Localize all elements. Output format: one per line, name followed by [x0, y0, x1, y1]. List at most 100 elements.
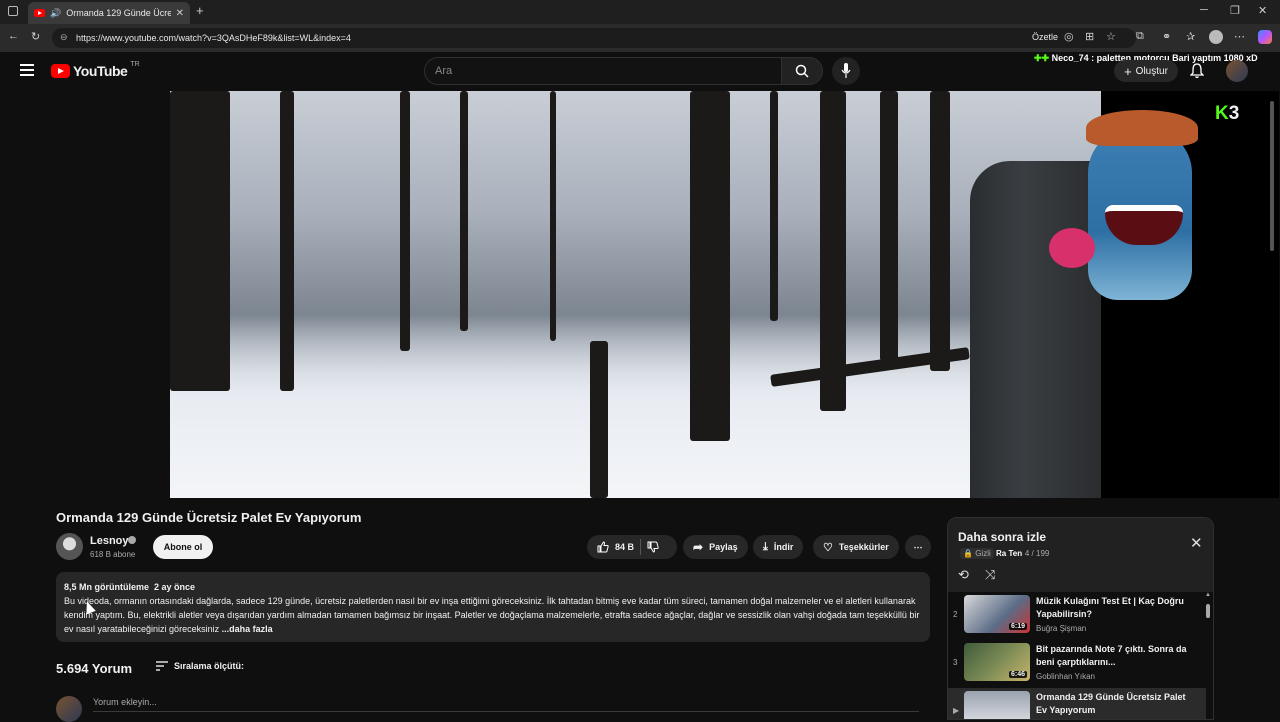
url-field[interactable]: ⊖ https://www.youtube.com/watch?v=3QAsDH…: [52, 28, 1136, 48]
octopus-image: [1049, 228, 1095, 268]
video-duration: 6:19: [1008, 623, 1027, 630]
download-label: İndir: [773, 542, 794, 552]
like-dislike-group: 84 B: [587, 535, 677, 559]
create-label: Oluştur: [1135, 65, 1168, 77]
like-button[interactable]: 84 B: [597, 541, 634, 553]
sort-label: Sıralama ölçütü:: [174, 661, 245, 671]
show-more-link[interactable]: ...daha fazla: [222, 624, 273, 634]
playlist-item-current[interactable]: ▶ Ormanda 129 Günde Ücretsiz Palet Ev Ya…: [948, 688, 1206, 719]
share-arrow-icon: ➦: [693, 540, 704, 554]
browser-menu-icon[interactable]: ⋯: [1234, 30, 1245, 43]
site-info-icon[interactable]: ⊖: [60, 32, 68, 43]
extension-icon[interactable]: ◎: [1064, 30, 1074, 43]
download-button[interactable]: ⤓ İndir: [753, 535, 804, 559]
extensions-puzzle-icon[interactable]: ⧉: [1136, 30, 1144, 43]
back-icon[interactable]: ←: [8, 30, 19, 42]
video-player[interactable]: [170, 91, 1101, 498]
share-label: Paylaş: [709, 542, 738, 552]
minimize-icon[interactable]: ─: [1200, 4, 1208, 16]
browser-tab[interactable]: 🔊 Ormanda 129 Günde Ücrets ✕: [28, 2, 190, 24]
thumbs-up-icon: [597, 541, 609, 553]
maximize-icon[interactable]: ❐: [1230, 4, 1240, 17]
thumbs-down-icon[interactable]: [647, 541, 659, 553]
share-button[interactable]: ➦ Paylaş: [683, 535, 748, 559]
subscribe-button[interactable]: Abone ol: [153, 535, 213, 559]
url-text: https://www.youtube.com/watch?v=3QAsDHeF…: [76, 33, 351, 43]
favorite-star-icon[interactable]: ☆: [1106, 30, 1116, 43]
playlist-item[interactable]: 2 6:19 Müzik Kulağını Test Et | Kaç Doğr…: [948, 592, 1206, 638]
cowboy-hat-image: [1086, 110, 1198, 146]
kick-logo: K3: [1215, 103, 1240, 124]
search-button[interactable]: [781, 57, 823, 85]
playlist-scrollbar[interactable]: ▲: [1205, 592, 1211, 720]
subscriber-count: 618 B abone: [90, 550, 136, 559]
playlist-item[interactable]: 3 6:46 Bit pazarında Note 7 çıktı. Sonra…: [948, 640, 1206, 686]
channel-avatar[interactable]: [56, 533, 83, 560]
playlist-item-title: Bit pazarında Note 7 çıktı. Sonra da ben…: [1036, 644, 1187, 667]
split-screen-icon[interactable]: ⚭: [1162, 30, 1171, 43]
summarize-button[interactable]: Özetle: [1032, 32, 1058, 42]
sort-comments-button[interactable]: Sıralama ölçütü:: [156, 661, 244, 671]
speaker-icon[interactable]: 🔊: [50, 8, 61, 19]
chat-badge-icon: ✚✚: [1034, 53, 1050, 63]
description-box[interactable]: 8,5 Mn görüntüleme 2 ay önce Bu videoda,…: [56, 572, 930, 642]
playlist-item-index: 3: [953, 658, 958, 667]
playlist-thumbnail: [964, 691, 1030, 719]
like-divider: [640, 539, 642, 555]
video-duration: 6:46: [1008, 671, 1027, 678]
playlist-position: - 4 / 199: [1020, 549, 1050, 558]
add-comment-input[interactable]: Yorum ekleyin...: [93, 697, 919, 712]
youtube-logo[interactable]: YouTube TR: [51, 60, 140, 79]
description-text: Bu videoda, ormanın ortasındaki dağlarda…: [64, 596, 920, 634]
like-count: 84 B: [615, 542, 635, 552]
playlist-item-index: 2: [953, 610, 958, 619]
account-avatar[interactable]: [1226, 60, 1248, 82]
browser-tab-bar: 🔊 Ormanda 129 Günde Ücrets ✕ + ─ ❐ ✕: [0, 0, 1280, 24]
page-scrollbar[interactable]: [1268, 91, 1276, 720]
microphone-icon: [841, 63, 851, 78]
close-tab-icon[interactable]: ✕: [176, 8, 184, 19]
page-scroll-thumb[interactable]: [1270, 101, 1274, 251]
profile-icon[interactable]: [1209, 30, 1223, 44]
loop-icon[interactable]: ⟲: [958, 567, 969, 583]
voice-search-button[interactable]: [832, 57, 860, 85]
playlist-panel: Daha sonra izle ✕ 🔒 Gizli Ra Ten - 4 / 1…: [947, 517, 1214, 720]
search-placeholder: Ara: [435, 65, 453, 77]
thanks-button[interactable]: ♡ Teşekkürler: [813, 535, 899, 559]
playlist-thumbnail: 6:46: [964, 643, 1030, 681]
shuffle-icon[interactable]: ⤨: [985, 567, 995, 583]
collections-icon[interactable]: ✰: [1186, 30, 1195, 43]
plus-icon: +: [1124, 63, 1132, 79]
playlist-item-title: Ormanda 129 Günde Ücretsiz Palet Ev Yapı…: [1036, 692, 1186, 715]
close-playlist-icon[interactable]: ✕: [1190, 534, 1203, 552]
create-button[interactable]: + Oluştur: [1114, 60, 1178, 82]
playlist-title[interactable]: Daha sonra izle: [958, 530, 1046, 544]
search-input[interactable]: Ara: [424, 57, 782, 85]
notifications-bell-icon[interactable]: [1190, 63, 1204, 79]
apps-icon[interactable]: ⊞: [1085, 30, 1094, 43]
youtube-favicon-icon: [34, 9, 45, 17]
search-icon: [795, 64, 809, 78]
thanks-label: Teşekkürler: [838, 542, 889, 552]
channel-name[interactable]: Lesnoy: [90, 535, 129, 547]
now-playing-icon: ▶: [953, 706, 960, 715]
video-title: Ormanda 129 Günde Ücretsiz Palet Ev Yapı…: [56, 510, 362, 525]
close-window-icon[interactable]: ✕: [1258, 4, 1267, 17]
youtube-play-icon: [51, 64, 70, 78]
tab-actions-icon[interactable]: [8, 6, 18, 16]
playlist-owner[interactable]: Ra Ten: [996, 549, 1022, 558]
playlist-scroll-thumb[interactable]: [1206, 604, 1210, 618]
refresh-icon[interactable]: ↻: [31, 30, 40, 43]
playlist-item-title: Müzik Kulağını Test Et | Kaç Doğru Yapab…: [1036, 596, 1184, 619]
playlist-header: Daha sonra izle ✕ 🔒 Gizli Ra Ten - 4 / 1…: [948, 518, 1213, 592]
playlist-item-channel: Buğra Şişman: [1036, 624, 1087, 633]
logo-text: YouTube: [73, 63, 128, 79]
scroll-up-icon[interactable]: ▲: [1205, 592, 1211, 598]
privacy-badge: 🔒 Gizli: [960, 548, 994, 559]
new-tab-icon[interactable]: +: [196, 3, 204, 18]
more-actions-button[interactable]: ⋯: [905, 535, 931, 559]
region-code: TR: [130, 60, 140, 68]
description-meta: 8,5 Mn görüntüleme 2 ay önce: [64, 580, 922, 594]
hamburger-menu-icon[interactable]: [20, 64, 34, 76]
copilot-icon[interactable]: [1258, 30, 1272, 44]
